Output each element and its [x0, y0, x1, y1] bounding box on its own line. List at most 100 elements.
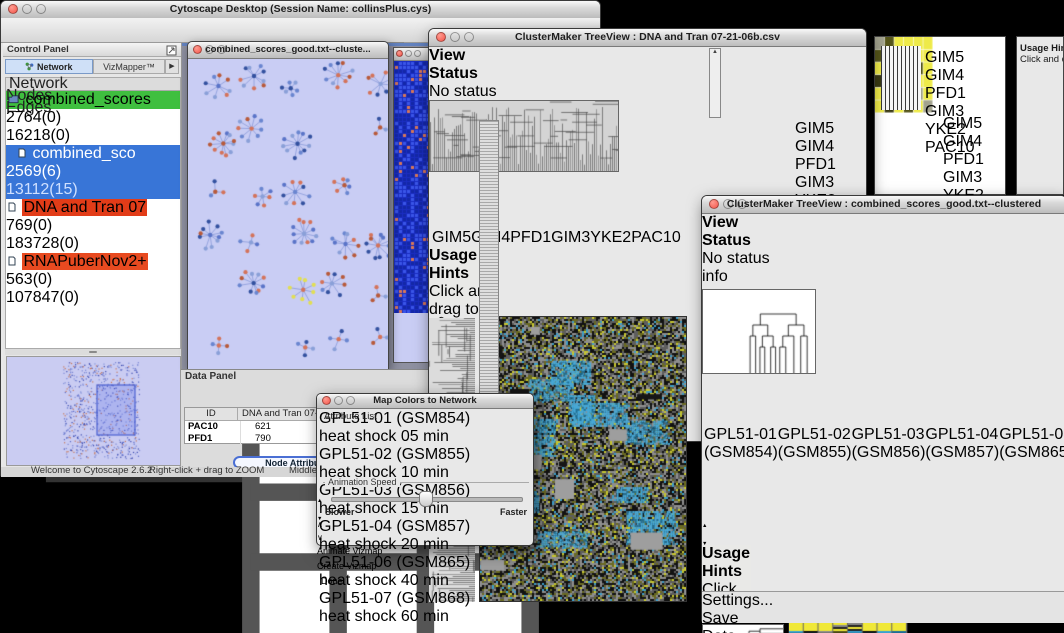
row-label[interactable]: PFD1	[943, 151, 993, 169]
row-label[interactable]: PFD1	[925, 85, 975, 103]
attribute-list-label: Attribute List	[324, 411, 377, 422]
treeview-combined-window: ClusterMaker TreeView : combined_scores_…	[701, 195, 1064, 622]
zoom-button[interactable]	[737, 199, 747, 209]
save-data-button[interactable]: Save Data...	[702, 610, 762, 633]
column-label[interactable]: GPL51-02 (GSM855)	[778, 426, 852, 462]
zoom-button[interactable]	[346, 396, 355, 405]
row-label[interactable]: GIM3	[943, 169, 993, 187]
network-tree-table: Network Nodes Edges combined_scores 2764…	[5, 77, 181, 349]
minimize-button[interactable]	[334, 396, 343, 405]
network-tree-header: Network Nodes Edges	[6, 78, 180, 91]
attribute-item[interactable]: GPL51-07 (GSM868) heat shock 60 min	[319, 590, 487, 626]
close-button[interactable]	[322, 396, 331, 405]
column-label[interactable]: GPL51-06 (GSM865)	[999, 426, 1064, 462]
close-button[interactable]	[8, 4, 18, 14]
zoom-button[interactable]	[217, 45, 226, 54]
minimize-button[interactable]	[723, 199, 733, 209]
column-label[interactable]: GPL51-04 (GSM857)	[925, 426, 999, 462]
faster-label: Faster	[500, 507, 527, 517]
main-title-bar[interactable]: Cytoscape Desktop (Session Name: collins…	[1, 1, 600, 19]
network-overview-panel[interactable]	[6, 356, 181, 466]
row-label[interactable]: GIM5	[925, 49, 975, 67]
status-welcome: Welcome to Cytoscape 2.6.2	[31, 465, 152, 476]
slower-label: Slower	[325, 507, 355, 517]
column-label[interactable]: YKE2	[590, 229, 631, 247]
panel-splitter[interactable]	[5, 349, 181, 355]
column-labels: GPL51-01 (GSM854)GPL51-02 (GSM855)GPL51-…	[702, 379, 800, 462]
animation-speed-group: Animation Speed Slower Faster	[323, 482, 529, 521]
column-label[interactable]: PFD1	[510, 229, 551, 247]
view-status-box: View Status No status info	[702, 214, 784, 276]
settings-button[interactable]: Settings...	[702, 592, 760, 610]
network-tree-row[interactable]: RNAPuberNov2+ 563(0) 107847(0)	[6, 253, 180, 307]
row-label[interactable]: GIM4	[943, 133, 993, 151]
column-labels-vscrollbar[interactable]: ▲▼	[702, 462, 714, 545]
treeview-dna-title: ClusterMaker TreeView : DNA and Tran 07-…	[515, 31, 780, 43]
usage-hints: Usage Hints Click and drag t	[1020, 43, 1064, 65]
data-panel-title: Data Panel	[185, 371, 236, 382]
treeview-combined-title: ClusterMaker TreeView : combined_scores_…	[727, 198, 1041, 210]
minimize-button[interactable]	[22, 4, 32, 14]
column-label[interactable]: GIM5	[432, 229, 471, 247]
background-network-window[interactable]	[393, 47, 431, 363]
animation-speed-label: Animation Speed	[325, 477, 400, 487]
column-label[interactable]: GPL51-01 (GSM854)	[704, 426, 778, 462]
treeview-combined-title-bar[interactable]: ClusterMaker TreeView : combined_scores_…	[702, 196, 1064, 214]
minimize-button[interactable]	[450, 32, 460, 42]
close-button[interactable]	[436, 32, 446, 42]
network-view-title-bar[interactable]: combined_scores_good.txt--cluste...	[188, 42, 388, 59]
row-label[interactable]: PFD1	[795, 156, 845, 174]
column-label[interactable]: GPL51-03 (GSM856)	[852, 426, 926, 462]
tab-vizmapper[interactable]: VizMapper™	[93, 59, 165, 74]
column-label[interactable]: GIM3	[551, 229, 590, 247]
network-graph-canvas[interactable]	[188, 59, 388, 369]
button-bar: Settings... Save Data... Export Graphics…	[702, 591, 1064, 623]
minimize-button[interactable]	[205, 45, 214, 54]
network-tree-row[interactable]: DNA and Tran 07 769(0) 183728(0)	[6, 199, 180, 253]
map-colors-dialog: Map Colors to Network Attribute List GPL…	[316, 393, 534, 546]
speed-slider-thumb[interactable]	[419, 491, 433, 507]
float-panel-icon[interactable]	[166, 45, 177, 56]
treeview-dna-title-bar[interactable]: ClusterMaker TreeView : DNA and Tran 07-…	[429, 29, 866, 47]
control-panel-header: Control Panel	[3, 43, 181, 57]
network-view-window: combined_scores_good.txt--cluste...	[187, 41, 389, 369]
dendrogram-scroll-strip[interactable]: ▲	[709, 48, 721, 118]
control-panel-tabs: Network VizMapper™ ▶	[5, 59, 179, 75]
background-treeview-window: GIM5GIM4PFD1GIM3YKE2PAC10 GIM5GIM4PFD1GI…	[874, 36, 1006, 195]
view-status-box: View Status No status info f	[429, 47, 513, 88]
dialog-title: Map Colors to Network	[373, 395, 476, 406]
document-icon	[8, 202, 16, 212]
global-heatmap[interactable]	[788, 622, 908, 633]
folder-icon	[8, 94, 19, 104]
dialog-title-bar[interactable]: Map Colors to Network	[317, 394, 533, 409]
row-labels-strip	[479, 120, 499, 404]
row-label[interactable]: GIM5	[795, 120, 845, 138]
row-label[interactable]: GIM3	[795, 174, 845, 192]
tab-overflow-button[interactable]: ▶	[165, 59, 179, 74]
rotated-column-labels	[881, 46, 921, 110]
desktop: Cytoscape Desktop (Session Name: collins…	[0, 0, 1064, 633]
column-label[interactable]: PAC10	[631, 229, 681, 247]
network-view-title: combined_scores_good.txt--cluste...	[205, 44, 370, 55]
network-tree-row-selected[interactable]: combined_sco 2569(6) 13112(15)	[6, 145, 180, 199]
zoom-button[interactable]	[36, 4, 46, 14]
close-button[interactable]	[709, 199, 719, 209]
row-label[interactable]: GIM4	[795, 138, 845, 156]
column-dendrogram[interactable]	[702, 289, 816, 374]
status-zoom-hint: Right-click + drag to ZOOM	[149, 465, 264, 476]
document-icon	[18, 148, 26, 158]
column-header[interactable]: ID	[185, 408, 238, 420]
column-dendrogram[interactable]	[429, 100, 619, 172]
network-tree-row[interactable]: combined_scores 2764(0) 16218(0)	[6, 91, 180, 145]
row-label[interactable]: GIM5	[943, 115, 993, 133]
background-treeview-usage-panel: Usage Hints Click and drag t	[1016, 36, 1064, 195]
main-window-title: Cytoscape Desktop (Session Name: collins…	[170, 3, 431, 15]
tab-network[interactable]: Network	[5, 59, 93, 74]
window-controls	[8, 4, 46, 14]
document-icon	[8, 256, 16, 266]
close-button[interactable]	[193, 45, 202, 54]
control-panel: Control Panel Network VizMapper™ ▶ Netwo…	[3, 43, 182, 467]
row-label[interactable]: GIM4	[925, 67, 975, 85]
network-glyph-icon	[25, 62, 34, 71]
zoom-button[interactable]	[464, 32, 474, 42]
